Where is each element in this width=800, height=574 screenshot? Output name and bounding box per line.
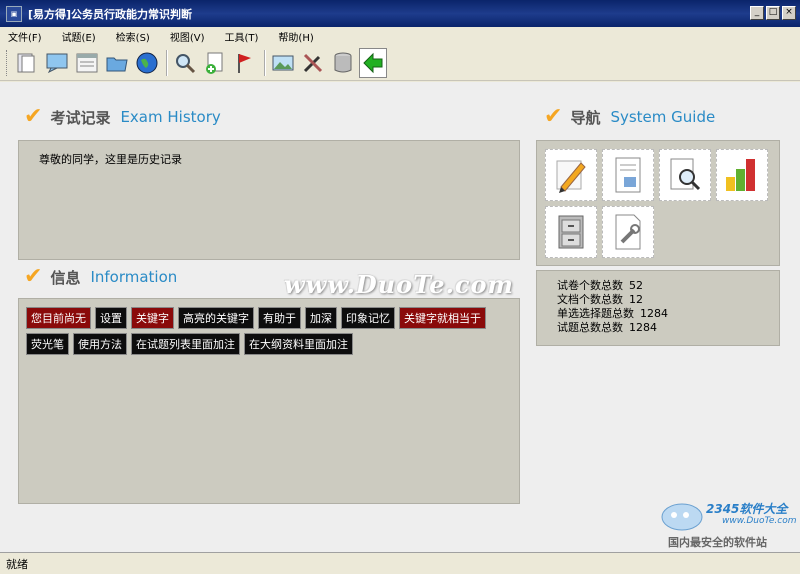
database-icon[interactable] [329,48,357,78]
guide-header: ✔ 导航 System Guide [544,106,715,128]
flag-icon[interactable] [231,48,259,78]
logo-subtitle: 国内最安全的软件站 [668,536,767,549]
logo-2345: 2345软件大全 www.DuoTe.com 国内最安全的软件站 [658,496,800,552]
keyword-tag[interactable]: 设置 [95,307,127,329]
menu-search[interactable]: 检索(S) [116,29,150,44]
bar-chart-icon[interactable] [716,149,768,201]
monitor-icon[interactable] [43,48,71,78]
stat-label: 文档个数总数 [557,293,623,306]
back-arrow-icon[interactable] [359,47,387,78]
globe-icon[interactable] [133,48,161,78]
history-message: 尊敬的同学，这里是历史记录 [39,153,182,166]
search-icon[interactable] [171,48,199,78]
menu-help[interactable]: 帮助(H) [278,29,313,44]
menu-view[interactable]: 视图(V) [170,29,205,44]
history-header: ✔ 考试记录 Exam History [24,106,221,128]
toolbar [0,45,800,81]
menu-file[interactable]: 文件(F) [8,29,42,44]
magnifier-icon[interactable] [659,149,711,201]
keyword-tag[interactable]: 关键字就相当于 [399,307,486,329]
wrench-page-icon[interactable] [602,206,654,258]
keyword-tag[interactable]: 印象记忆 [341,307,395,329]
info-panel: 您目前尚无 设置 关键字 高亮的关键字 有助于 加深 印象记忆 关键字就相当于 荧光笔 使用方法在… [18,298,520,504]
list-icon[interactable] [73,48,101,78]
window-controls: _ □ × [750,6,796,20]
stat-row: 试卷个数总数 52 [557,279,668,293]
status-bar: 就绪 [0,552,800,574]
menu-exam[interactable]: 试题(E) [62,29,96,44]
toolbar-separator [166,49,168,76]
exam-app-icon[interactable]: ▣ [6,5,22,22]
info-header: ✔ 信息 Information [24,266,177,288]
stat-row: 试题总数总数 1284 [557,321,668,335]
checkmark-icon: ✔ [24,104,43,129]
menu-tools[interactable]: 工具(T) [225,29,259,44]
logo-bubble-icon [661,503,703,531]
guide-panel [536,140,780,266]
stat-label: 单选选择题总数 [557,307,634,320]
stat-label: 试卷个数总数 [557,279,623,292]
stat-value: 1284 [629,321,657,334]
toolbar-separator [264,49,266,76]
keyword-tags: 您目前尚无 设置 关键字 高亮的关键字 有助于 加深 印象记忆 关键字就相当于 荧光笔 使用方法在… [26,307,516,355]
stat-row: 文档个数总数 12 [557,293,668,307]
close-button[interactable]: × [782,6,796,20]
stat-label: 试题总数总数 [557,321,623,334]
stats-panel: 试卷个数总数 52 文档个数总数 12 单选选择题总数 1284 试题总数总数 1284 [536,270,780,346]
keyword-tag[interactable]: 在大纲资料里面加注 [244,333,353,355]
menu-bar: 文件(F) 试题(E) 检索(S) 视图(V) 工具(T) 帮助(H) [0,27,800,45]
book-icon[interactable] [13,48,41,78]
watermark: www.DuoTe.com [284,270,514,299]
stats-list: 试卷个数总数 52 文档个数总数 12 单选选择题总数 1284 试题总数总数 1284 [557,279,668,335]
tools-icon[interactable] [299,48,327,78]
info-title-cn: 信息 [50,268,81,287]
history-title-cn: 考试记录 [50,108,111,127]
logo-url: www.DuoTe.com [722,516,797,526]
stat-value: 52 [629,279,643,292]
guide-title-en: System Guide [610,108,716,126]
status-text: 就绪 [6,557,28,571]
toolbar-grip[interactable] [6,49,9,76]
history-panel: 尊敬的同学，这里是历史记录 [18,140,520,260]
keyword-tag[interactable]: 高亮的关键字 [178,307,254,329]
document-icon[interactable] [602,149,654,201]
maximize-button[interactable]: □ [766,6,780,20]
keyword-tag[interactable]: 在试题列表里面加注 [131,333,240,355]
logo-title: 2345软件大全 [706,502,788,516]
folder-icon[interactable] [103,48,131,78]
stat-value: 12 [629,293,643,306]
guide-grid [545,149,768,258]
stat-row: 单选选择题总数 1284 [557,307,668,321]
stat-value: 1284 [640,307,668,320]
checkmark-icon: ✔ [544,104,563,129]
guide-title-cn: 导航 [570,108,601,127]
title-bar: ▣ [易方得]公务员行政能力常识判断 _ □ × [0,0,800,27]
image-icon[interactable] [269,48,297,78]
keyword-tag[interactable]: 有助于 [258,307,301,329]
checkmark-icon: ✔ [24,264,43,289]
cabinet-icon[interactable] [545,206,597,258]
keyword-tag[interactable]: 加深 [305,307,337,329]
keyword-tag[interactable]: 关键字 [131,307,174,329]
keyword-tag[interactable]: 荧光笔 [26,333,69,355]
main-area: ✔ 考试记录 Exam History 尊敬的同学，这里是历史记录 ✔ 信息 I… [0,82,800,552]
pencil-icon[interactable] [545,149,597,201]
keyword-tag[interactable]: 您目前尚无 [26,307,91,329]
add-page-icon[interactable] [201,48,229,78]
info-title-en: Information [90,268,178,286]
window-title: [易方得]公务员行政能力常识判断 [28,7,193,21]
minimize-button[interactable]: _ [750,6,764,20]
history-title-en: Exam History [120,108,221,126]
keyword-tag[interactable]: 使用方法 [73,333,127,355]
